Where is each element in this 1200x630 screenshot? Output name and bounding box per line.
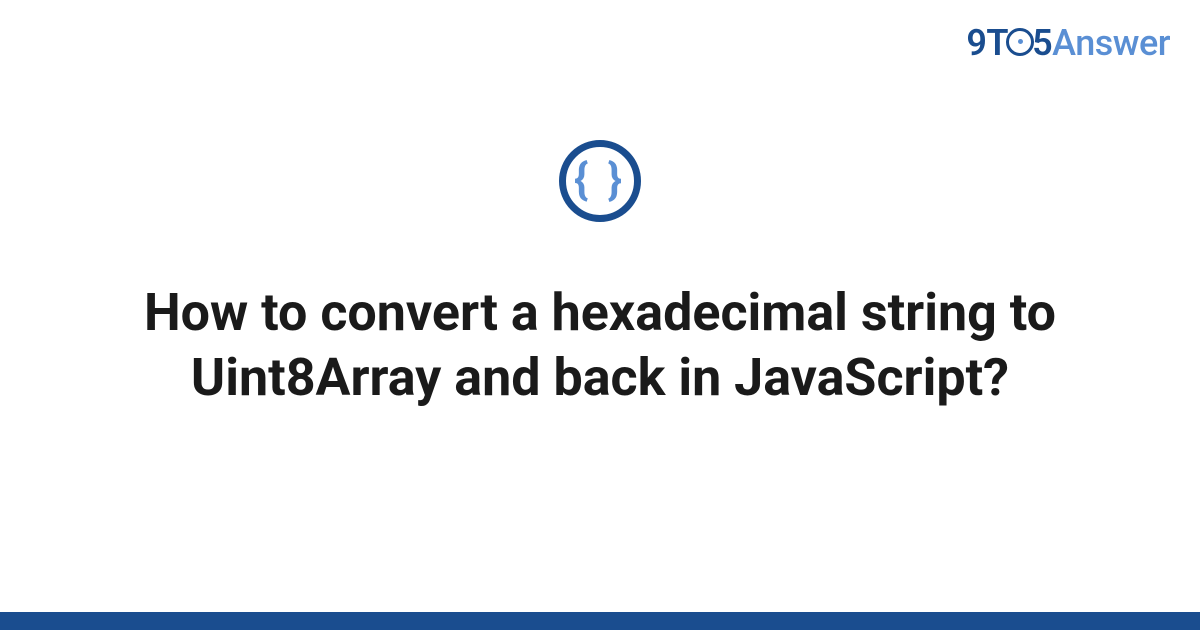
bottom-accent-bar <box>0 612 1200 630</box>
category-icon: { } <box>559 140 641 222</box>
logo-part-9: 9 <box>966 22 986 64</box>
logo-part-answer: Answer <box>1052 22 1170 64</box>
question-title: How to convert a hexadecimal string to U… <box>0 280 1200 410</box>
site-logo: 9T5Answer <box>966 22 1170 64</box>
logo-part-t: T <box>986 22 1008 64</box>
logo-part-5: 5 <box>1032 22 1052 64</box>
logo-o-icon <box>1006 28 1034 56</box>
braces-icon: { } <box>574 157 626 201</box>
